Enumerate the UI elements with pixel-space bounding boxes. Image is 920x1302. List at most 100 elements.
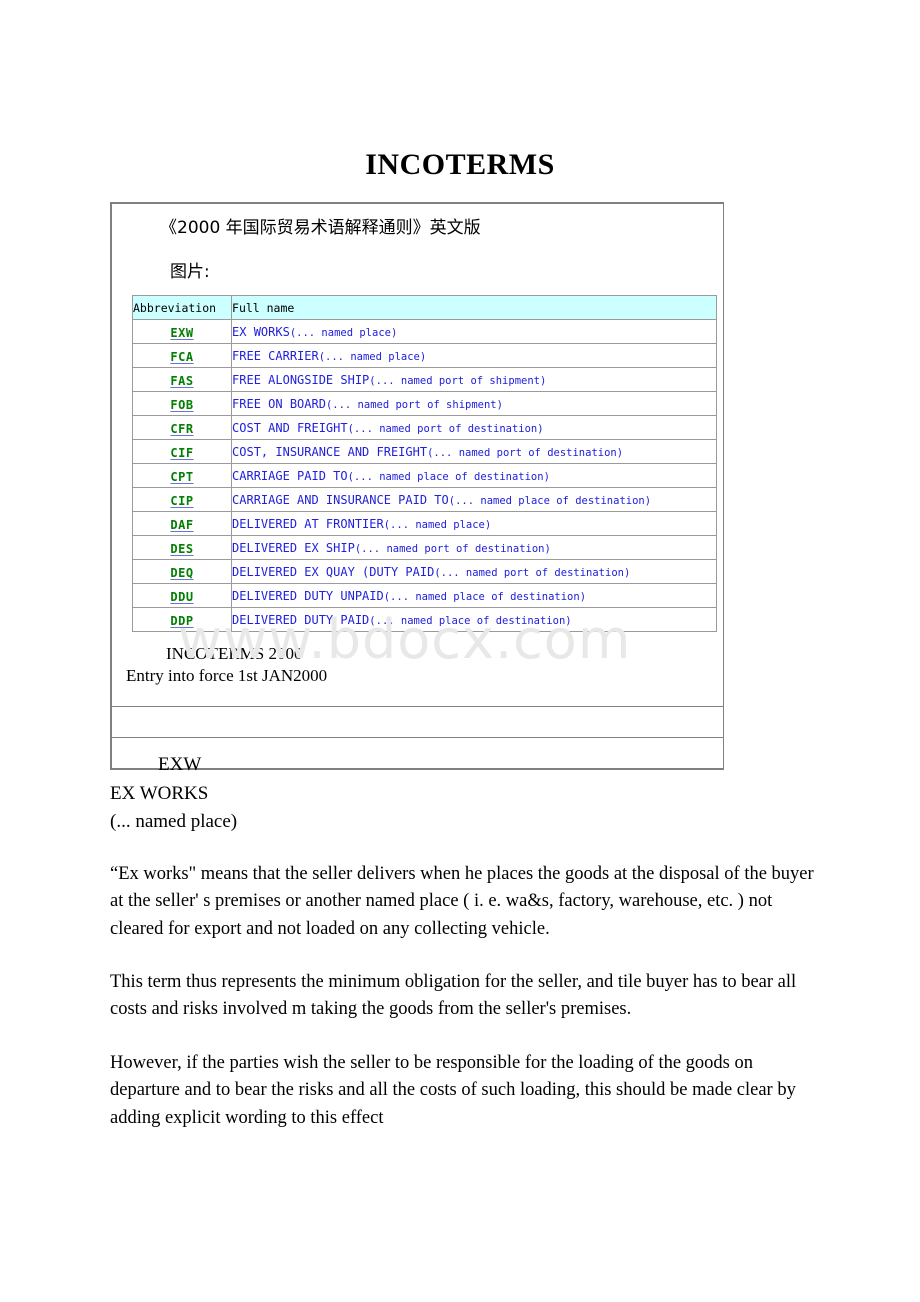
full-name-qualifier: (... named place of destination) bbox=[347, 470, 550, 483]
term-name-heading: EX WORKS bbox=[110, 782, 209, 804]
full-name-cell: DELIVERED EX QUAY (DUTY PAID(... named p… bbox=[231, 559, 717, 584]
outer-layout-table: 《2000 年国际贸易术语解释通则》英文版 图片: Abbreviation F… bbox=[111, 203, 724, 769]
table-body: EXW EX WORKS(... named place) FCA FREE CARR… bbox=[131, 319, 717, 632]
incoterms-footer: INCOTERMS 2000 Entry into force 1st JAN2… bbox=[126, 632, 711, 696]
abbreviation-cell: CFR bbox=[131, 415, 233, 440]
full-name-cell: DELIVERED DUTY PAID(... named place of d… bbox=[231, 607, 717, 632]
incoterms-year-label: INCOTERMS 2000 bbox=[166, 644, 303, 663]
full-name-term: FREE ALONGSIDE SHIP bbox=[232, 372, 370, 387]
abbreviation-cell: DEQ bbox=[131, 559, 233, 584]
table-row: DEQ DELIVERED EX QUAY (DUTY PAID(... name… bbox=[131, 559, 717, 584]
outer-row-main: 《2000 年国际贸易术语解释通则》英文版 图片: Abbreviation F… bbox=[111, 203, 724, 707]
chinese-heading: 《2000 年国际贸易术语解释通则》英文版 bbox=[160, 218, 481, 238]
full-name-term: EX WORKS bbox=[232, 324, 290, 339]
full-name-cell: CARRIAGE PAID TO(... named place of dest… bbox=[231, 463, 717, 488]
table-row: EXW EX WORKS(... named place) bbox=[131, 319, 717, 344]
term-qualifier: (... named place) bbox=[110, 811, 238, 833]
full-name-term: DELIVERED DUTY PAID bbox=[232, 612, 370, 627]
column-header-abbreviation: Abbreviation bbox=[131, 295, 233, 320]
table-row: CFR COST AND FREIGHT(... named port of de… bbox=[131, 415, 717, 440]
full-name-cell: COST AND FREIGHT(... named port of desti… bbox=[231, 415, 717, 440]
table-head: Abbreviation Full name bbox=[131, 295, 717, 320]
full-name-term: COST, INSURANCE AND FREIGHT bbox=[232, 444, 428, 459]
full-name-qualifier: (... named port of destination) bbox=[427, 446, 624, 459]
full-name-qualifier: (... named place of destination) bbox=[448, 494, 652, 507]
abbreviation-cell: FAS bbox=[131, 367, 233, 392]
abbreviation-link-cip[interactable]: CIP bbox=[170, 494, 193, 508]
abbreviation-link-fas[interactable]: FAS bbox=[170, 374, 193, 388]
full-name-qualifier: (... named port of shipment) bbox=[369, 374, 547, 387]
full-name-cell: FREE CARRIER(... named place) bbox=[231, 343, 717, 368]
incoterms-frame: 《2000 年国际贸易术语解释通则》英文版 图片: Abbreviation F… bbox=[110, 202, 724, 770]
full-name-term: DELIVERED AT FRONTIER bbox=[232, 516, 384, 531]
table-header-row: Abbreviation Full name bbox=[131, 295, 717, 320]
full-name-term: DELIVERED EX QUAY (DUTY PAID bbox=[232, 564, 435, 579]
term-code-heading: EXW bbox=[158, 754, 202, 775]
table-row: FCA FREE CARRIER(... named place) bbox=[131, 343, 717, 368]
column-header-full-name: Full name bbox=[231, 295, 717, 320]
full-name-qualifier: (... named place of destination) bbox=[369, 614, 572, 627]
abbreviation-cell: CIP bbox=[131, 487, 233, 512]
table-row: CIF COST, INSURANCE AND FREIGHT(... named… bbox=[131, 439, 717, 464]
paragraph-1: “Ex works" means that the seller deliver… bbox=[110, 863, 814, 939]
abbreviation-link-cfr[interactable]: CFR bbox=[170, 422, 193, 436]
chinese-label: 图片: bbox=[170, 261, 210, 282]
full-name-term: FREE ON BOARD bbox=[232, 396, 326, 411]
abbreviation-cell: DDU bbox=[131, 583, 233, 608]
full-name-qualifier: (... named port of destination) bbox=[354, 542, 551, 555]
abbreviation-link-fob[interactable]: FOB bbox=[170, 398, 193, 412]
abbreviation-link-daf[interactable]: DAF bbox=[170, 518, 193, 532]
full-name-qualifier: (... named port of destination) bbox=[347, 422, 544, 435]
abbreviation-link-deq[interactable]: DEQ bbox=[170, 566, 193, 580]
document-page: INCOTERMS 《2000 年国际贸易术语解释通则》英文版 图片: Abbr… bbox=[0, 0, 920, 1302]
table-row: DDU DELIVERED DUTY UNPAID(... named place… bbox=[131, 583, 717, 608]
full-name-term: COST AND FREIGHT bbox=[232, 420, 348, 435]
abbreviation-cell: CPT bbox=[131, 463, 233, 488]
full-name-qualifier: (... named place) bbox=[289, 326, 398, 339]
full-name-qualifier: (... named port of destination) bbox=[434, 566, 631, 579]
table-row: FOB FREE ON BOARD(... named port of shipm… bbox=[131, 391, 717, 416]
abbreviation-link-ddu[interactable]: DDU bbox=[170, 590, 193, 604]
full-name-term: DELIVERED EX SHIP bbox=[232, 540, 355, 555]
entry-into-force-label: Entry into force 1st JAN2000 bbox=[126, 666, 328, 685]
full-name-qualifier: (... named place) bbox=[383, 518, 492, 531]
abbreviation-link-exw[interactable]: EXW bbox=[170, 326, 193, 340]
table-row: DES DELIVERED EX SHIP(... named port of d… bbox=[131, 535, 717, 560]
table-row: FAS FREE ALONGSIDE SHIP(... named port of… bbox=[131, 367, 717, 392]
page-title: INCOTERMS bbox=[365, 148, 555, 181]
full-name-cell: COST, INSURANCE AND FREIGHT(... named po… bbox=[231, 439, 717, 464]
abbreviation-cell: DDP bbox=[131, 607, 233, 632]
abbreviation-cell: EXW bbox=[131, 319, 233, 344]
abbreviation-link-fca[interactable]: FCA bbox=[170, 350, 193, 364]
full-name-qualifier: (... named place of destination) bbox=[383, 590, 587, 603]
full-name-cell: DELIVERED EX SHIP(... named port of dest… bbox=[231, 535, 717, 560]
abbreviation-link-des[interactable]: DES bbox=[170, 542, 193, 556]
full-name-cell: CARRIAGE AND INSURANCE PAID TO(... named… bbox=[231, 487, 717, 512]
abbreviation-link-ddp[interactable]: DDP bbox=[170, 614, 193, 628]
outer-row-empty-1 bbox=[111, 706, 724, 738]
full-name-qualifier: (... named port of shipment) bbox=[325, 398, 503, 411]
paragraph-3: However, if the parties wish the seller … bbox=[110, 1052, 796, 1128]
table-row: DAF DELIVERED AT FRONTIER(... named place… bbox=[131, 511, 717, 536]
full-name-term: FREE CARRIER bbox=[232, 348, 319, 363]
abbreviation-cell: DAF bbox=[131, 511, 233, 536]
full-name-cell: DELIVERED AT FRONTIER(... named place) bbox=[231, 511, 717, 536]
outer-empty-cell-1 bbox=[111, 706, 724, 738]
full-name-term: CARRIAGE PAID TO bbox=[232, 468, 348, 483]
full-name-qualifier: (... named place) bbox=[318, 350, 427, 363]
table-row: CPT CARRIAGE PAID TO(... named place of d… bbox=[131, 463, 717, 488]
abbreviation-cell: FCA bbox=[131, 343, 233, 368]
full-name-cell: FREE ALONGSIDE SHIP(... named port of sh… bbox=[231, 367, 717, 392]
abbreviation-link-cpt[interactable]: CPT bbox=[170, 470, 193, 484]
full-name-cell: DELIVERED DUTY UNPAID(... named place of… bbox=[231, 583, 717, 608]
abbreviation-cell: DES bbox=[131, 535, 233, 560]
full-name-cell: EX WORKS(... named place) bbox=[231, 319, 717, 344]
paragraph-2: This term thus represents the minimum ob… bbox=[110, 972, 797, 1020]
abbreviation-link-cif[interactable]: CIF bbox=[170, 446, 193, 460]
full-name-cell: FREE ON BOARD(... named port of shipment… bbox=[231, 391, 717, 416]
abbreviation-cell: CIF bbox=[131, 439, 233, 464]
outer-cell-content: 《2000 年国际贸易术语解释通则》英文版 图片: Abbreviation F… bbox=[111, 203, 724, 707]
abbreviation-cell: FOB bbox=[131, 391, 233, 416]
body-content: EXW EX WORKS (... named place) “Ex works… bbox=[110, 752, 816, 1132]
full-name-term: CARRIAGE AND INSURANCE PAID TO bbox=[232, 492, 449, 507]
